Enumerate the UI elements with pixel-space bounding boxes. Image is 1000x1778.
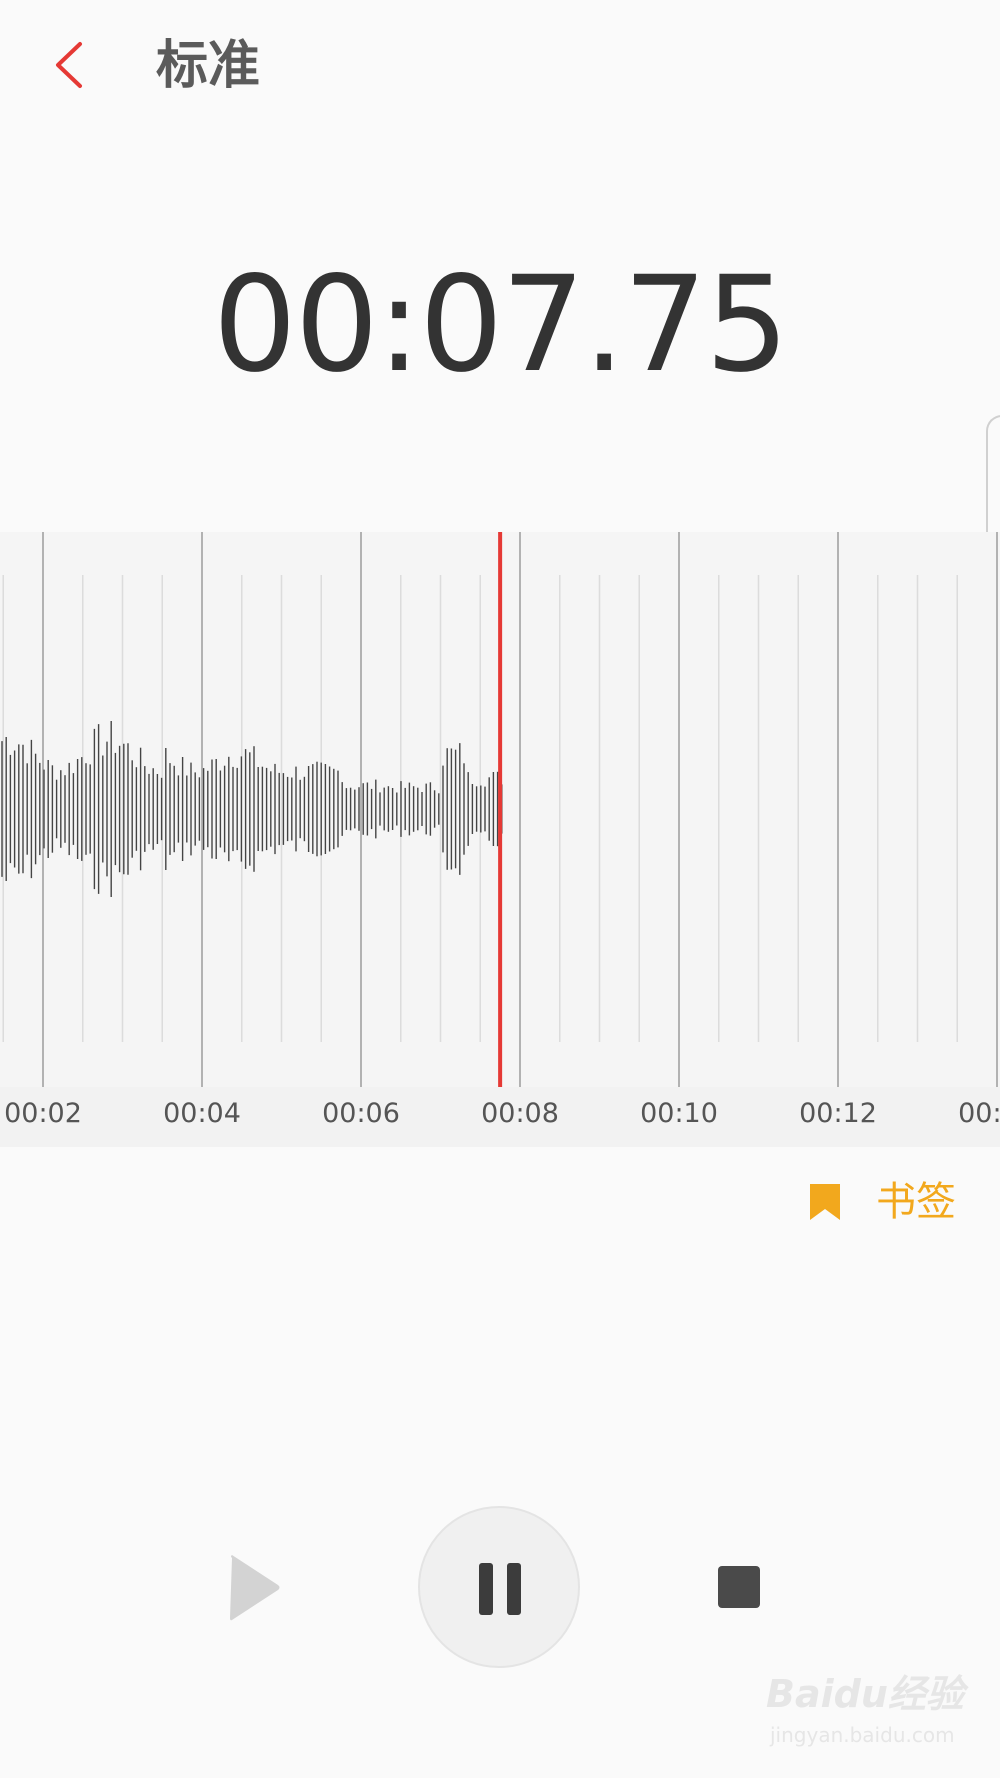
playback-controls xyxy=(0,1500,1000,1675)
header-bar: 标准 xyxy=(0,0,1000,135)
voice-recorder-screen: 标准 00:07.75 00:02 00:04 00:06 00:08 00:10 00:… xyxy=(0,0,1000,1778)
bookmark-label: 书签 xyxy=(876,1179,956,1225)
page-title: 标准 xyxy=(156,36,261,96)
time-axis-label: 00:10 xyxy=(640,1098,718,1129)
back-button[interactable] xyxy=(40,30,110,100)
waveform-graph: 00:02 00:04 00:06 00:08 00:10 00:12 00:14 xyxy=(0,532,1000,1147)
play-icon xyxy=(230,1555,280,1621)
watermark-sub: jingyan.baidu.com xyxy=(770,1723,955,1747)
time-axis-label: 00:02 xyxy=(4,1098,82,1129)
stop-button[interactable] xyxy=(708,1554,768,1614)
recording-timer: 00:07.75 xyxy=(212,248,789,402)
play-button[interactable] xyxy=(220,1550,290,1625)
stop-icon xyxy=(718,1566,760,1608)
chevron-left-icon xyxy=(56,42,82,88)
watermark-logo: Baidu经验 jingyan.baidu.com xyxy=(760,1668,970,1758)
bookmark-icon xyxy=(810,1184,840,1220)
time-axis-label: 00:06 xyxy=(322,1098,400,1129)
pause-icon xyxy=(479,1563,521,1615)
bookmark-button[interactable]: 书签 xyxy=(808,1170,956,1234)
time-axis-label: 00:14 xyxy=(958,1098,1000,1129)
waveform-panel[interactable]: 00:02 00:04 00:06 00:08 00:10 00:12 00:14 xyxy=(0,532,1000,1147)
time-axis-label: 00:08 xyxy=(481,1098,559,1129)
time-axis-label: 00:04 xyxy=(163,1098,241,1129)
time-axis-label: 00:12 xyxy=(799,1098,877,1129)
pause-button[interactable] xyxy=(418,1506,580,1668)
watermark-main: Baidu经验 xyxy=(766,1672,964,1716)
